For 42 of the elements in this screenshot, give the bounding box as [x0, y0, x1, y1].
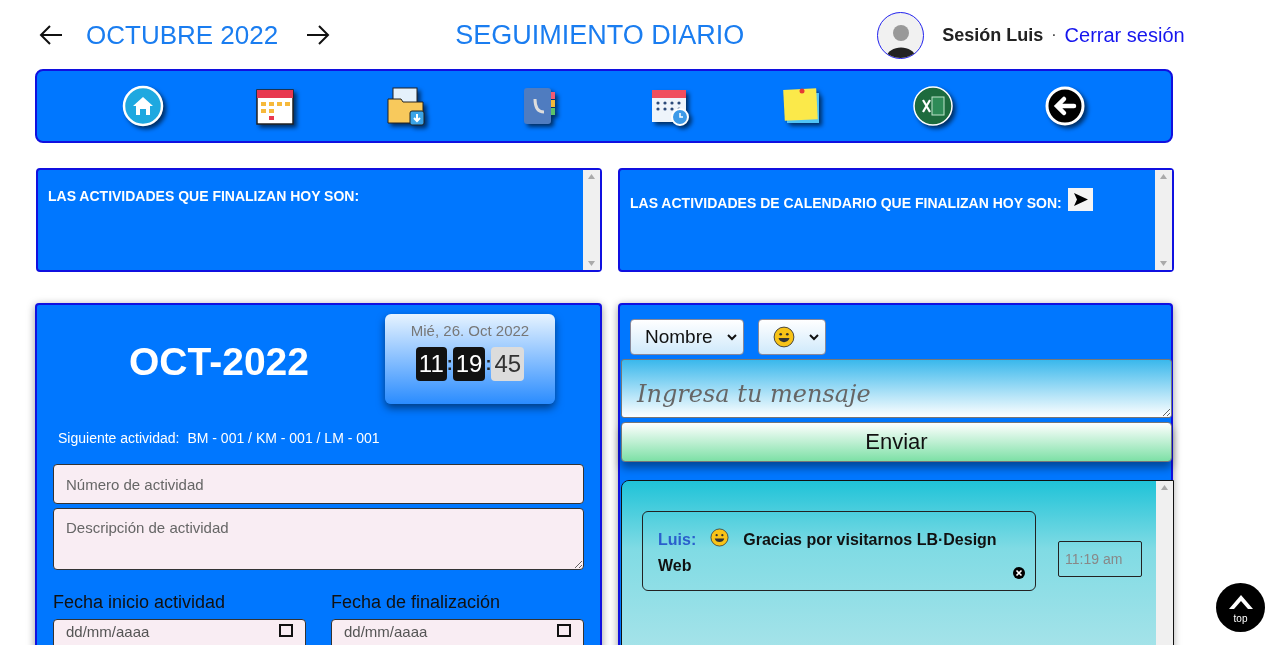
smiley-icon [772, 326, 795, 348]
session-label: Sesión Luis [942, 24, 1044, 46]
chevron-down-icon [726, 333, 737, 341]
month-label: OCT-2022 [128, 339, 310, 384]
page-title: SEGUIMIENTO DIARIO [455, 19, 745, 51]
previous-month-icon[interactable] [38, 24, 64, 46]
activity-number-field[interactable]: Número de actividad [53, 464, 584, 504]
activity-description-field[interactable]: Descripción de actividad [53, 508, 584, 570]
clock-separator: : [485, 353, 492, 375]
end-date-field[interactable]: dd/mm/aaaa [331, 619, 584, 645]
next-month-icon[interactable] [305, 24, 332, 46]
message-text: Luis: Gracias por visitarnos LB·Design Web [658, 531, 997, 574]
next-activity-value: BM - 001 / KM - 001 / LM - 001 [187, 430, 380, 446]
message-time: 11:19 am [1058, 541, 1142, 577]
back-to-top-button[interactable]: top [1216, 583, 1265, 632]
send-button[interactable]: Enviar [621, 422, 1172, 462]
alert-title: LAS ACTIVIDADES QUE FINALIZAN HOY SON: [48, 188, 360, 204]
calendar-icon[interactable] [279, 623, 293, 637]
folder-icon[interactable] [385, 85, 428, 127]
start-date-field[interactable]: dd/mm/aaaa [53, 619, 306, 645]
emoji-select[interactable] [757, 319, 826, 355]
logout-link[interactable]: Cerrar sesión [1064, 23, 1185, 47]
clock-seconds: 45 [491, 347, 525, 381]
month-title: OCTUBRE 2022 [86, 19, 279, 51]
next-activity-label: Siguiente actividad: [58, 430, 180, 446]
smiley-icon [710, 528, 730, 547]
scrollbar[interactable] [1156, 481, 1173, 645]
clock-minutes: 19 [452, 347, 486, 381]
alert-title: LAS ACTIVIDADES DE CALENDARIO QUE FINALIZAN HOY SON: [630, 195, 1062, 211]
calendar-icon[interactable] [557, 623, 571, 637]
name-select[interactable]: Nombre [630, 319, 744, 355]
clock-hours: 11 [415, 347, 447, 381]
end-date-label: Fecha de finalización [331, 592, 502, 613]
message-field[interactable]: Ingresa tu mensaje [621, 359, 1172, 418]
close-icon[interactable] [1013, 567, 1025, 579]
clock-separator: : [446, 353, 453, 375]
clock-date: Mié, 26. Oct 2022 [410, 322, 530, 339]
house-icon[interactable] [121, 85, 164, 127]
chevron-down-icon [808, 333, 819, 341]
spreadsheet-icon[interactable] [912, 85, 955, 127]
start-date-label: Fecha inicio actividad [53, 592, 227, 613]
separator-dot: · [1051, 26, 1057, 44]
